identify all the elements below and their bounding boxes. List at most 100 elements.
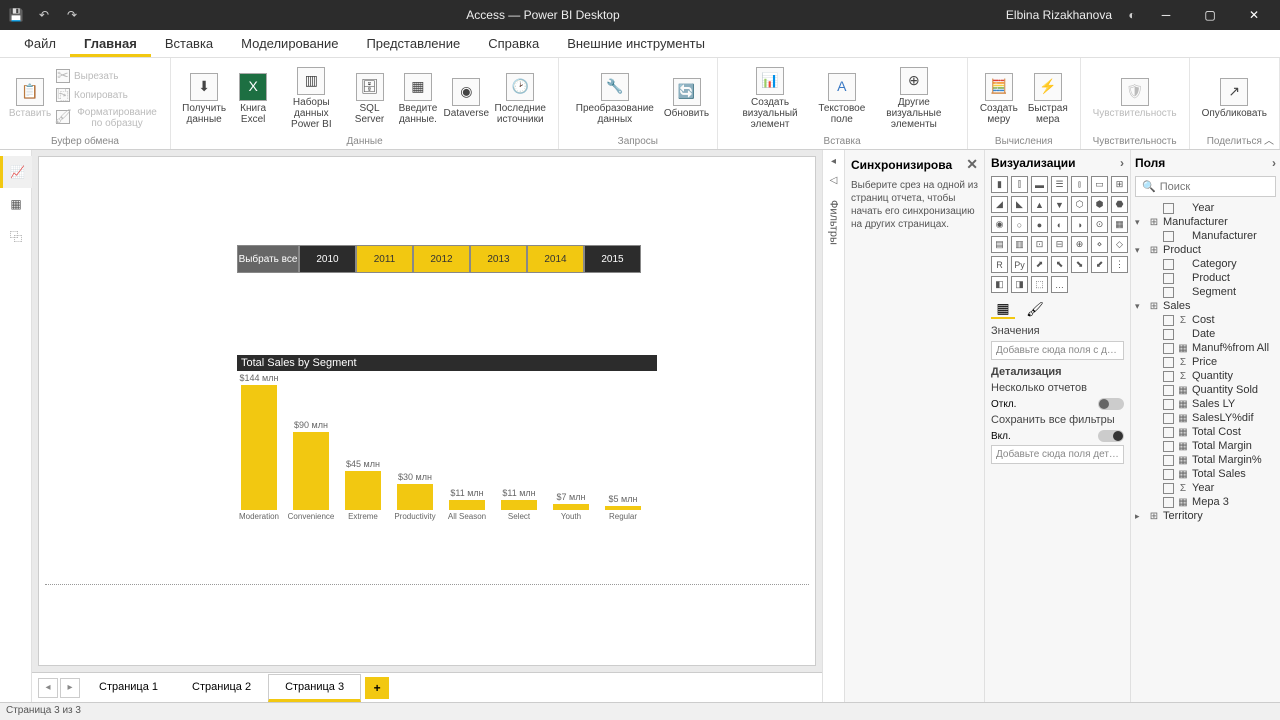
viz-type-icon[interactable]: R <box>991 256 1008 273</box>
field-Date[interactable]: Date <box>1135 327 1276 341</box>
year-slicer[interactable]: Выбрать все201020112012201320142015 <box>237 245 641 273</box>
field-Total Cost[interactable]: ▦Total Cost <box>1135 425 1276 439</box>
bar-Extreme[interactable]: $45 млнExtreme <box>343 459 383 521</box>
keep-filters-toggle[interactable] <box>1098 430 1124 442</box>
drillthrough-well[interactable]: Добавьте сюда поля дета… <box>991 445 1124 464</box>
menu-Справка[interactable]: Справка <box>474 30 553 57</box>
field-Sales LY[interactable]: ▦Sales LY <box>1135 397 1276 411</box>
viz-type-icon[interactable]: ○ <box>1011 216 1028 233</box>
viz-type-icon[interactable]: ◇ <box>1111 236 1128 253</box>
viz-type-icon[interactable]: ▦ <box>1111 216 1128 233</box>
viz-type-icon[interactable]: ⬢ <box>1091 196 1108 213</box>
viz-type-icon[interactable]: ⬊ <box>1071 256 1088 273</box>
bar-Regular[interactable]: $5 млнRegular <box>603 494 643 521</box>
bar-Select[interactable]: $11 млнSelect <box>499 488 539 521</box>
viz-type-icon[interactable]: ⊟ <box>1051 236 1068 253</box>
field-Total Sales[interactable]: ▦Total Sales <box>1135 467 1276 481</box>
cross-report-toggle[interactable] <box>1098 398 1124 410</box>
field-Total Margin[interactable]: ▦Total Margin <box>1135 439 1276 453</box>
viz-type-icon[interactable]: Py <box>1011 256 1028 273</box>
viz-type-icon[interactable]: ◧ <box>991 276 1008 293</box>
viz-type-icon[interactable]: ⬡ <box>1071 196 1088 213</box>
viz-type-icon[interactable]: ◐ <box>1051 216 1068 233</box>
slicer-2010[interactable]: 2010 <box>299 245 356 273</box>
viz-type-icon[interactable]: ▭ <box>1091 176 1108 193</box>
refresh-button[interactable]: 🔄Обновить <box>665 76 709 121</box>
viz-type-icon[interactable]: ▥ <box>1011 236 1028 253</box>
viz-type-icon[interactable]: ⬣ <box>1111 196 1128 213</box>
field-Sales[interactable]: ▾⊞Sales <box>1135 299 1276 313</box>
slicer-select-all[interactable]: Выбрать все <box>237 245 299 273</box>
bar-Convenience[interactable]: $90 млнConvenience <box>291 420 331 521</box>
field-Quantity Sold[interactable]: ▦Quantity Sold <box>1135 383 1276 397</box>
viz-type-icon[interactable]: ▬ <box>1031 176 1048 193</box>
page-tab-1[interactable]: Страница 1 <box>82 674 175 702</box>
transform-data-button[interactable]: 🔧Преобразование данных <box>567 71 662 127</box>
viz-type-icon[interactable]: ⊞ <box>1111 176 1128 193</box>
viz-type-icon[interactable]: ⬚ <box>1031 276 1048 293</box>
quick-measure-button[interactable]: ⚡Быстрая мера <box>1024 71 1072 127</box>
expand-viz-icon[interactable]: › <box>1120 156 1124 170</box>
menu-Файл[interactable]: Файл <box>10 30 70 57</box>
collapse-filters-icon[interactable]: ◂ <box>831 156 836 167</box>
publish-button[interactable]: ↗Опубликовать <box>1198 76 1271 121</box>
field-Category[interactable]: Category <box>1135 257 1276 271</box>
fields-tab-icon[interactable]: ▦ <box>991 299 1015 319</box>
user-avatar-icon[interactable]: ◐ <box>1124 7 1140 23</box>
bar-Youth[interactable]: $7 млнYouth <box>551 492 591 521</box>
field-Territory[interactable]: ▸⊞Territory <box>1135 509 1276 523</box>
get-data-button[interactable]: ⬇Получить данные <box>179 71 229 127</box>
undo-icon[interactable]: ↶ <box>36 7 52 23</box>
format-painter-button[interactable]: 🖌Форматирование по образцу <box>54 106 162 130</box>
redo-icon[interactable]: ↷ <box>64 7 80 23</box>
text-box-button[interactable]: AТекстовое поле <box>817 71 867 127</box>
user-name[interactable]: Elbina Rizakhanova <box>1006 8 1112 22</box>
excel-button[interactable]: XКнига Excel <box>231 71 275 127</box>
new-visual-button[interactable]: 📊Создать визуальный элемент <box>726 65 815 132</box>
paste-button[interactable]: 📋Вставить <box>8 76 52 121</box>
close-sync-pane-icon[interactable]: ✕ <box>966 156 978 173</box>
field-Year[interactable]: ΣYear <box>1135 481 1276 495</box>
sensitivity-button[interactable]: 🛡Чувствительность <box>1089 76 1181 121</box>
field-Мера 3[interactable]: ▦Мера 3 <box>1135 495 1276 509</box>
field-Segment[interactable]: Segment <box>1135 285 1276 299</box>
minimize-button[interactable]: ─ <box>1148 0 1184 30</box>
slicer-2014[interactable]: 2014 <box>527 245 584 273</box>
save-icon[interactable]: 💾 <box>8 7 24 23</box>
enter-data-button[interactable]: ▦Введите данные. <box>394 71 443 127</box>
viz-type-icon[interactable]: ⋮ <box>1111 256 1128 273</box>
dataverse-button[interactable]: ◉Dataverse <box>444 76 488 121</box>
field-Year[interactable]: Year <box>1135 201 1276 215</box>
viz-type-icon[interactable]: ⬋ <box>1091 256 1108 273</box>
slicer-2011[interactable]: 2011 <box>356 245 413 273</box>
viz-type-icon[interactable]: ☰ <box>1051 176 1068 193</box>
viz-type-icon[interactable]: … <box>1051 276 1068 293</box>
field-Product[interactable]: Product <box>1135 271 1276 285</box>
viz-type-icon[interactable]: ⬉ <box>1051 256 1068 273</box>
bar-Moderation[interactable]: $144 млнModeration <box>239 373 279 521</box>
values-well[interactable]: Добавьте сюда поля с дан… <box>991 341 1124 360</box>
close-button[interactable]: ✕ <box>1236 0 1272 30</box>
viz-type-icon[interactable]: ◉ <box>991 216 1008 233</box>
field-Total Margin%[interactable]: ▦Total Margin% <box>1135 453 1276 467</box>
expand-fields-icon[interactable]: › <box>1272 156 1276 170</box>
viz-type-icon[interactable]: ⬈ <box>1031 256 1048 273</box>
search-input[interactable] <box>1160 181 1269 193</box>
recent-sources-button[interactable]: 🕑Последние источники <box>490 71 550 127</box>
fields-search[interactable]: 🔍 <box>1135 176 1276 197</box>
field-Quantity[interactable]: ΣQuantity <box>1135 369 1276 383</box>
page-tab-2[interactable]: Страница 2 <box>175 674 268 702</box>
viz-type-icon[interactable]: ▮ <box>991 176 1008 193</box>
page-prev-button[interactable]: ◂ <box>38 678 58 698</box>
viz-type-icon[interactable]: ⊕ <box>1071 236 1088 253</box>
viz-type-icon[interactable]: ⊡ <box>1031 236 1048 253</box>
field-Manuf%from All[interactable]: ▦Manuf%from All <box>1135 341 1276 355</box>
page-next-button[interactable]: ▸ <box>60 678 80 698</box>
copy-button[interactable]: ⎘Копировать <box>54 87 162 105</box>
field-SalesLY%dif[interactable]: ▦SalesLY%dif <box>1135 411 1276 425</box>
field-Product[interactable]: ▾⊞Product <box>1135 243 1276 257</box>
collapse-ribbon-icon[interactable]: ︿ <box>1264 132 1274 147</box>
bar-Productivity[interactable]: $30 млнProductivity <box>395 472 435 521</box>
viz-type-icon[interactable]: ◑ <box>1071 216 1088 233</box>
slicer-2012[interactable]: 2012 <box>413 245 470 273</box>
